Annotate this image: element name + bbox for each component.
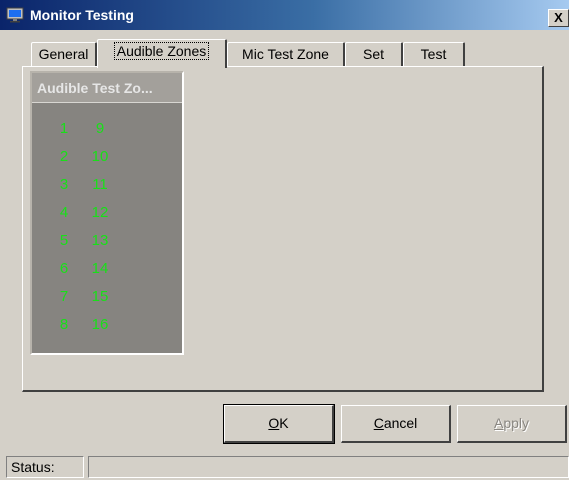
zone-15[interactable]: 15 <box>88 288 112 306</box>
zone-10[interactable]: 10 <box>88 148 112 166</box>
zone-5[interactable]: 5 <box>52 232 76 250</box>
tab-set[interactable]: Set <box>345 42 403 66</box>
status-bar: Status: <box>0 452 569 480</box>
zone-9[interactable]: 9 <box>88 120 112 138</box>
zone-4[interactable]: 4 <box>52 204 76 222</box>
zone-13[interactable]: 13 <box>88 232 112 250</box>
zone-6[interactable]: 6 <box>52 260 76 278</box>
zone-16[interactable]: 16 <box>88 316 112 334</box>
close-icon: X <box>554 10 563 25</box>
tab-audible-zones[interactable]: Audible Zones <box>97 39 227 68</box>
monitor-icon <box>6 7 24 23</box>
cancel-button[interactable]: Cancel <box>341 405 451 443</box>
status-field <box>88 456 569 478</box>
monitor-testing-dialog: Monitor Testing X General Audible Zones … <box>0 0 569 480</box>
apply-button[interactable]: Apply <box>457 405 567 443</box>
window-title: Monitor Testing <box>30 7 134 23</box>
tab-strip: General Audible Zones Mic Test Zone Set … <box>22 39 542 68</box>
ok-button[interactable]: OK <box>223 404 335 444</box>
zone-1[interactable]: 1 <box>52 120 76 138</box>
zones-panel-title: Audible Test Zo... <box>32 73 182 103</box>
zone-2[interactable]: 2 <box>52 148 76 166</box>
title-bar[interactable]: Monitor Testing X <box>0 0 569 30</box>
zone-14[interactable]: 14 <box>88 260 112 278</box>
tab-general[interactable]: General <box>31 42 97 66</box>
zone-8[interactable]: 8 <box>52 316 76 334</box>
zone-12[interactable]: 12 <box>88 204 112 222</box>
status-label: Status: <box>6 456 84 478</box>
close-button[interactable]: X <box>548 9 569 27</box>
zone-7[interactable]: 7 <box>52 288 76 306</box>
tab-mic-test-zone[interactable]: Mic Test Zone <box>227 42 345 66</box>
audible-test-zones-panel: Audible Test Zo... 1 2 3 4 5 6 7 8 9 10 … <box>30 71 184 355</box>
zone-3[interactable]: 3 <box>52 176 76 194</box>
zone-11[interactable]: 11 <box>88 176 112 194</box>
tab-test[interactable]: Test <box>403 42 465 66</box>
